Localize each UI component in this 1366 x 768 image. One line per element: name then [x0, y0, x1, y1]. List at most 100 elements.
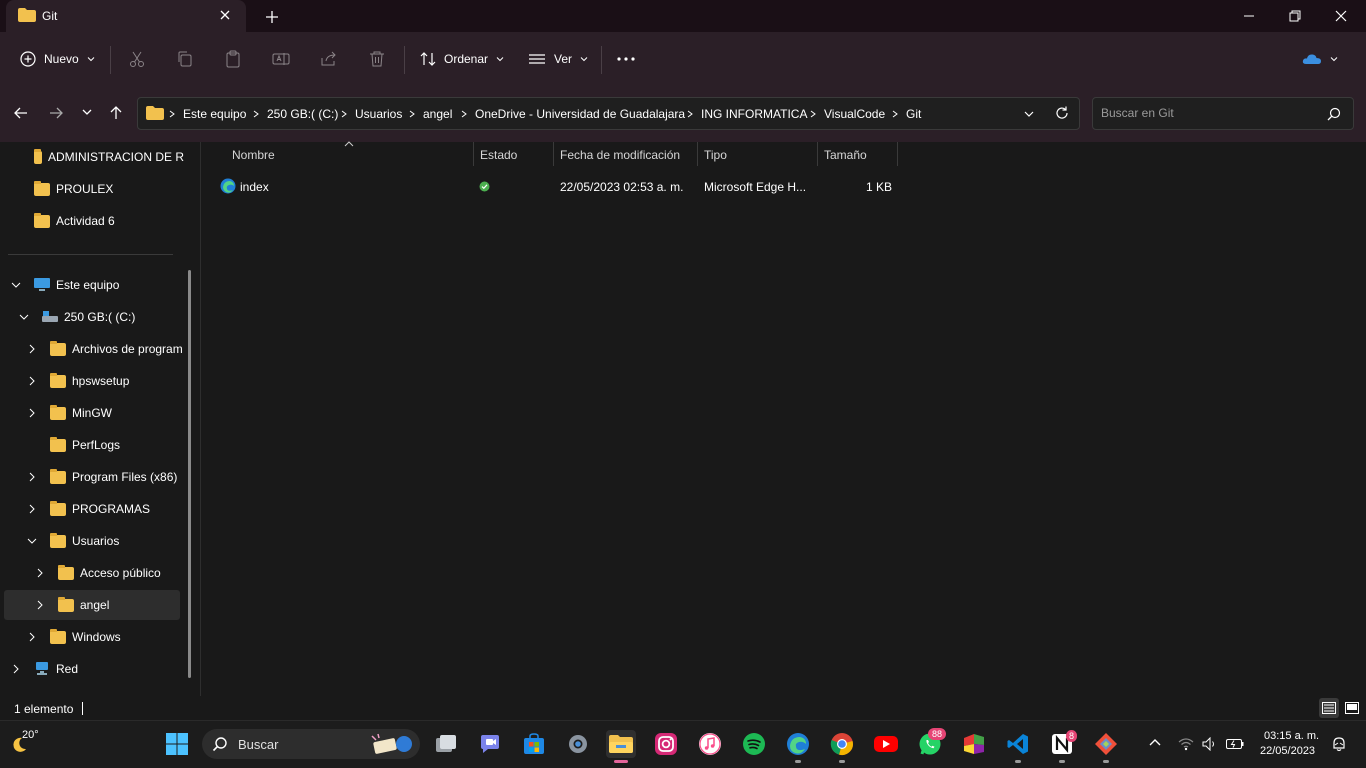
breadcrumb-drive-c[interactable]: 250 GB:( (C:): [267, 107, 338, 121]
file-explorer-button[interactable]: [606, 730, 636, 758]
nav-programas[interactable]: PROGRAMAS: [26, 494, 186, 524]
column-header-status[interactable]: Estado: [480, 148, 517, 162]
close-tab-icon[interactable]: [218, 8, 232, 22]
more-options-button[interactable]: [616, 32, 636, 86]
rename-button[interactable]: [272, 32, 290, 86]
large-icons-view-icon: [1345, 702, 1359, 714]
nav-quick-proulex[interactable]: PROULEX: [34, 174, 184, 204]
up-button[interactable]: [107, 104, 125, 122]
nav-label: hpswsetup: [72, 374, 130, 388]
breadcrumb-git[interactable]: Git: [906, 107, 921, 121]
task-view-button[interactable]: [432, 730, 460, 758]
new-tab-button[interactable]: [262, 7, 282, 27]
nav-quick-actividad-6[interactable]: Actividad 6: [34, 206, 184, 236]
chevron-down-icon: [19, 314, 29, 320]
breadcrumb-ing-informatica[interactable]: ING INFORMATICA: [701, 107, 807, 121]
forward-button[interactable]: [47, 104, 65, 122]
details-view-button[interactable]: [1319, 698, 1339, 718]
edge-file-icon: [220, 178, 236, 194]
sort-button[interactable]: Ordenar: [420, 32, 504, 86]
nav-este-equipo[interactable]: Este equipo: [10, 270, 185, 300]
nav-acceso-publico[interactable]: Acceso público: [34, 558, 186, 588]
nav-archivos-de-programa[interactable]: Archivos de program: [26, 334, 186, 364]
recent-locations-button[interactable]: [80, 105, 94, 119]
column-separator[interactable]: [697, 142, 698, 166]
edge-button[interactable]: [784, 730, 812, 758]
column-separator[interactable]: [553, 142, 554, 166]
microsoft-store-button[interactable]: [520, 730, 548, 758]
itunes-button[interactable]: [696, 730, 724, 758]
nav-drive-c[interactable]: 250 GB:( (C:): [18, 302, 185, 332]
show-hidden-icons-button[interactable]: [1148, 736, 1162, 750]
vscode-button[interactable]: [1004, 730, 1032, 758]
search-box[interactable]: [1092, 97, 1354, 130]
paste-button[interactable]: [224, 32, 242, 86]
taskbar-search[interactable]: Buscar: [202, 729, 420, 759]
nav-hpswsetup[interactable]: hpswsetup: [26, 366, 186, 396]
sort-icon: [420, 52, 436, 66]
column-separator[interactable]: [817, 142, 818, 166]
teams-chat-button[interactable]: [476, 730, 504, 758]
tab-git[interactable]: Git: [6, 0, 246, 32]
column-separator[interactable]: [473, 142, 474, 166]
column-header-type[interactable]: Tipo: [704, 148, 727, 162]
file-name[interactable]: index: [240, 180, 269, 194]
system-tray[interactable]: [1178, 735, 1248, 753]
instagram-button[interactable]: [652, 730, 680, 758]
chevron-up-icon: [1149, 739, 1161, 746]
start-button[interactable]: [163, 730, 191, 758]
breadcrumb-angel[interactable]: angel: [423, 107, 452, 121]
clock-time[interactable]: 03:15 a. m.: [1264, 730, 1319, 742]
refresh-icon: [1056, 106, 1068, 119]
column-header-name[interactable]: Nombre: [232, 148, 275, 162]
column-separator[interactable]: [897, 142, 898, 166]
weather-widget[interactable]: 20°: [8, 728, 48, 760]
preview-view-button[interactable]: [1342, 698, 1362, 718]
trash-icon: [370, 51, 384, 67]
vscode-icon: [1007, 734, 1028, 754]
copy-button[interactable]: [176, 32, 194, 86]
youtube-button[interactable]: [872, 730, 900, 758]
back-button[interactable]: [12, 104, 30, 122]
spotify-icon: [743, 733, 765, 755]
nav-program-files-x86[interactable]: Program Files (x86): [26, 462, 186, 492]
view-button[interactable]: Ver: [528, 32, 588, 86]
minimize-button[interactable]: [1226, 0, 1272, 32]
folder-icon: [50, 404, 66, 420]
settings-button[interactable]: [564, 730, 592, 758]
spotify-button[interactable]: [740, 730, 768, 758]
git-gui-button[interactable]: [1092, 730, 1120, 758]
column-header-size[interactable]: Tamaño: [824, 148, 867, 162]
cut-button[interactable]: [128, 32, 146, 86]
chevron-down-icon: [27, 538, 37, 544]
refresh-button[interactable]: [1054, 105, 1070, 121]
breadcrumb-visualcode[interactable]: VisualCode: [824, 107, 885, 121]
new-button[interactable]: Nuevo: [20, 32, 95, 86]
breadcrumb-usuarios[interactable]: Usuarios: [355, 107, 402, 121]
nav-label: Program Files (x86): [72, 470, 178, 484]
breadcrumb-este-equipo[interactable]: Este equipo: [183, 107, 246, 121]
nav-windows[interactable]: Windows: [26, 622, 186, 652]
git-diamond-icon: [1095, 733, 1117, 755]
nav-mingw[interactable]: MinGW: [26, 398, 186, 428]
breadcrumb-onedrive[interactable]: OneDrive - Universidad de Guadalajara: [475, 107, 685, 121]
nav-usuarios[interactable]: Usuarios: [26, 526, 186, 556]
share-button[interactable]: [320, 32, 338, 86]
close-window-button[interactable]: [1318, 0, 1364, 32]
nav-perflogs[interactable]: PerfLogs: [50, 430, 186, 460]
nav-red[interactable]: Red: [10, 654, 185, 684]
nav-quick-administracion[interactable]: ADMINISTRACION DE R: [34, 142, 184, 172]
office-app-button[interactable]: [960, 730, 988, 758]
clock-date[interactable]: 22/05/2023: [1260, 745, 1315, 757]
nav-scrollbar[interactable]: [188, 270, 191, 678]
address-history-button[interactable]: [1022, 107, 1036, 121]
delete-button[interactable]: [368, 32, 386, 86]
search-input[interactable]: [1101, 106, 1321, 120]
notifications-button[interactable]: [1331, 736, 1347, 752]
notion-badge: 8: [1066, 730, 1078, 742]
onedrive-button[interactable]: [1302, 32, 1338, 86]
chrome-button[interactable]: [828, 730, 856, 758]
restore-button[interactable]: [1272, 0, 1318, 32]
column-header-modified[interactable]: Fecha de modificación: [560, 148, 680, 162]
nav-angel[interactable]: angel: [4, 590, 180, 620]
